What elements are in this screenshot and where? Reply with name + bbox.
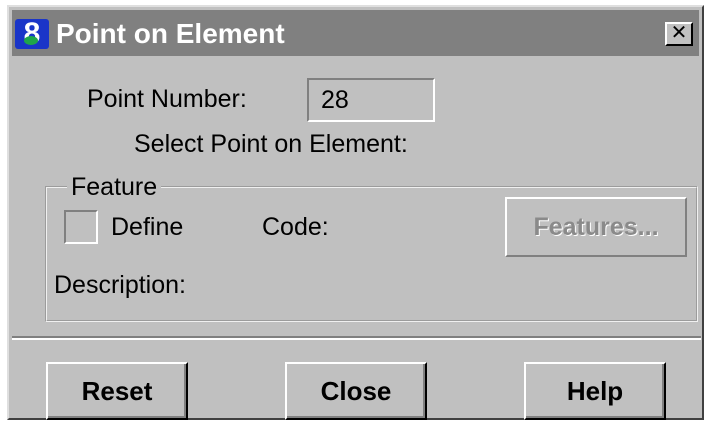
description-label: Description:	[54, 271, 186, 299]
features-button[interactable]: Features...	[505, 197, 687, 257]
feature-group-label: Feature	[71, 173, 158, 201]
help-button[interactable]: Help	[524, 362, 666, 420]
define-checkbox[interactable]	[64, 210, 98, 244]
reset-button[interactable]: Reset	[46, 362, 188, 420]
code-label: Code:	[262, 213, 329, 241]
close-button[interactable]: Close	[285, 362, 427, 420]
point-on-element-dialog: 8 Point on Element ✕ Point Number: Selec…	[7, 5, 704, 420]
select-point-instruction: Select Point on Element:	[134, 130, 408, 158]
close-icon[interactable]: ✕	[665, 22, 693, 46]
app-logo-icon: 8	[15, 19, 49, 49]
button-separator	[12, 336, 701, 340]
point-number-label: Point Number:	[87, 85, 247, 113]
title-bar[interactable]: 8 Point on Element ✕	[12, 10, 699, 56]
window-title: Point on Element	[56, 18, 285, 49]
point-number-input[interactable]	[307, 78, 435, 122]
define-label: Define	[111, 213, 184, 241]
